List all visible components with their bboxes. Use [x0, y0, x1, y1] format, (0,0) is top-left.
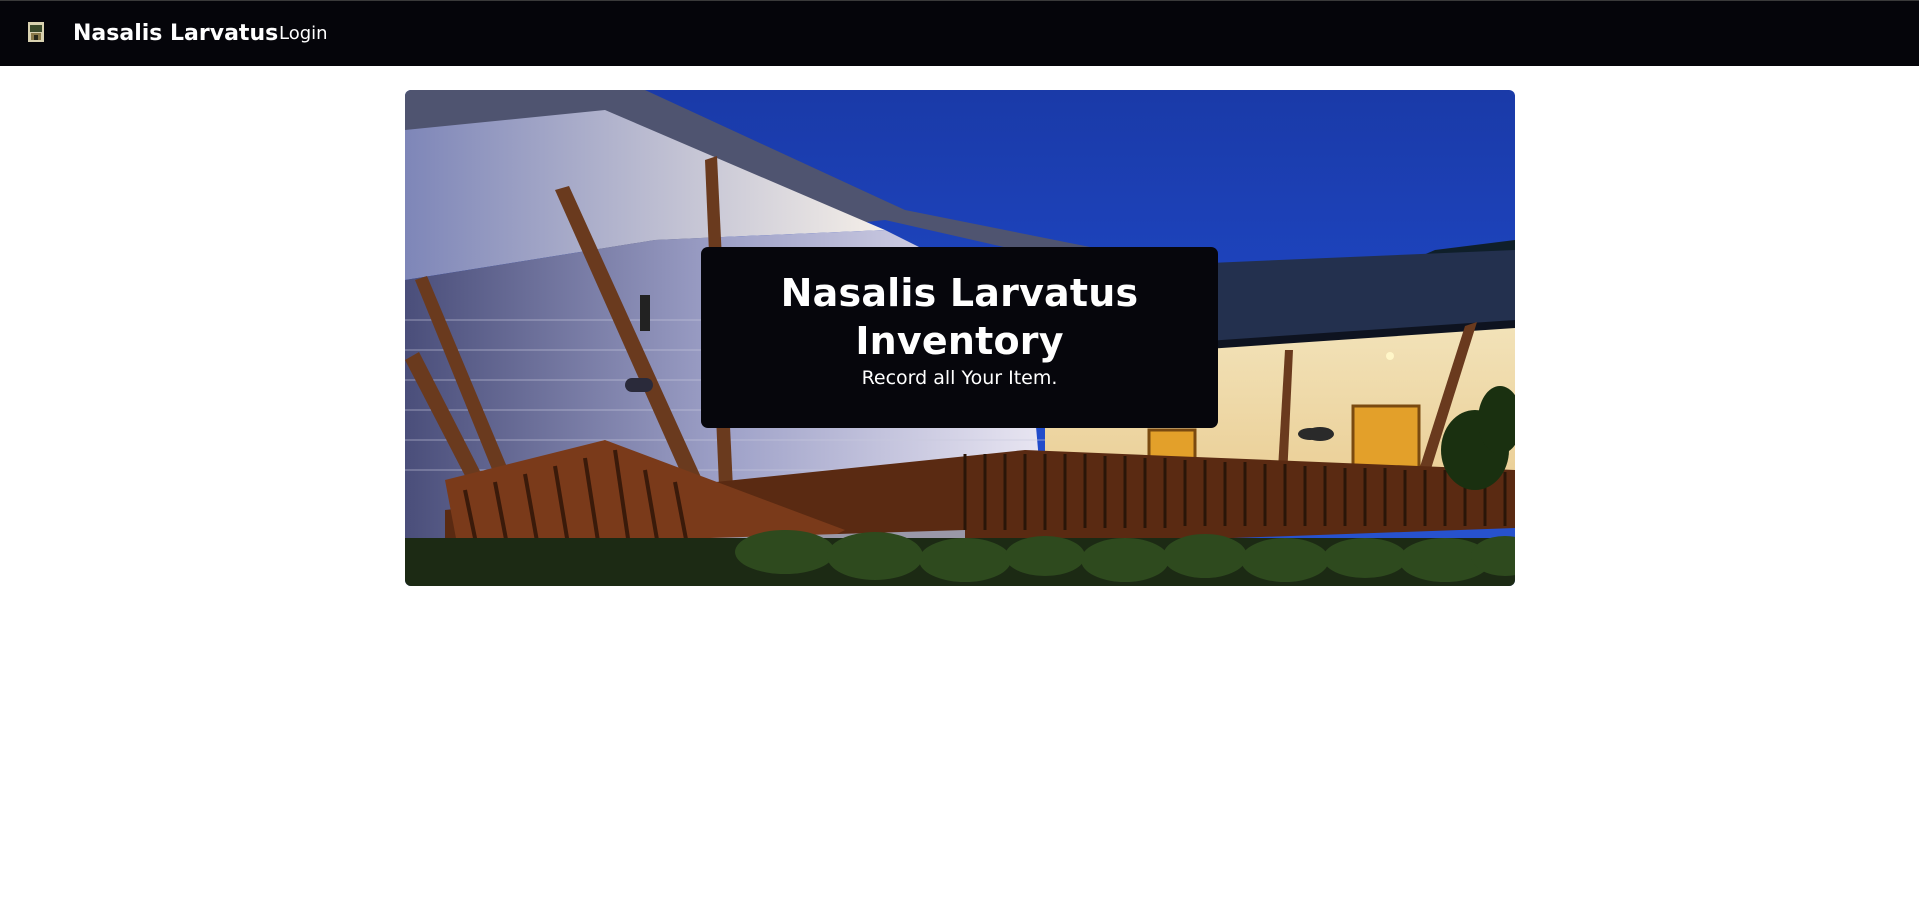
house-logo-icon[interactable] — [28, 22, 44, 42]
hero-caption: Nasalis Larvatus Inventory Record all Yo… — [701, 247, 1218, 428]
hero-subtitle: Record all Your Item. — [861, 367, 1058, 389]
hero-title: Nasalis Larvatus Inventory — [780, 271, 1139, 363]
top-navbar: Nasalis Larvatus Login — [0, 0, 1919, 66]
brand-link[interactable]: Nasalis Larvatus — [73, 19, 278, 49]
nav-link-login[interactable]: Login — [279, 21, 328, 47]
